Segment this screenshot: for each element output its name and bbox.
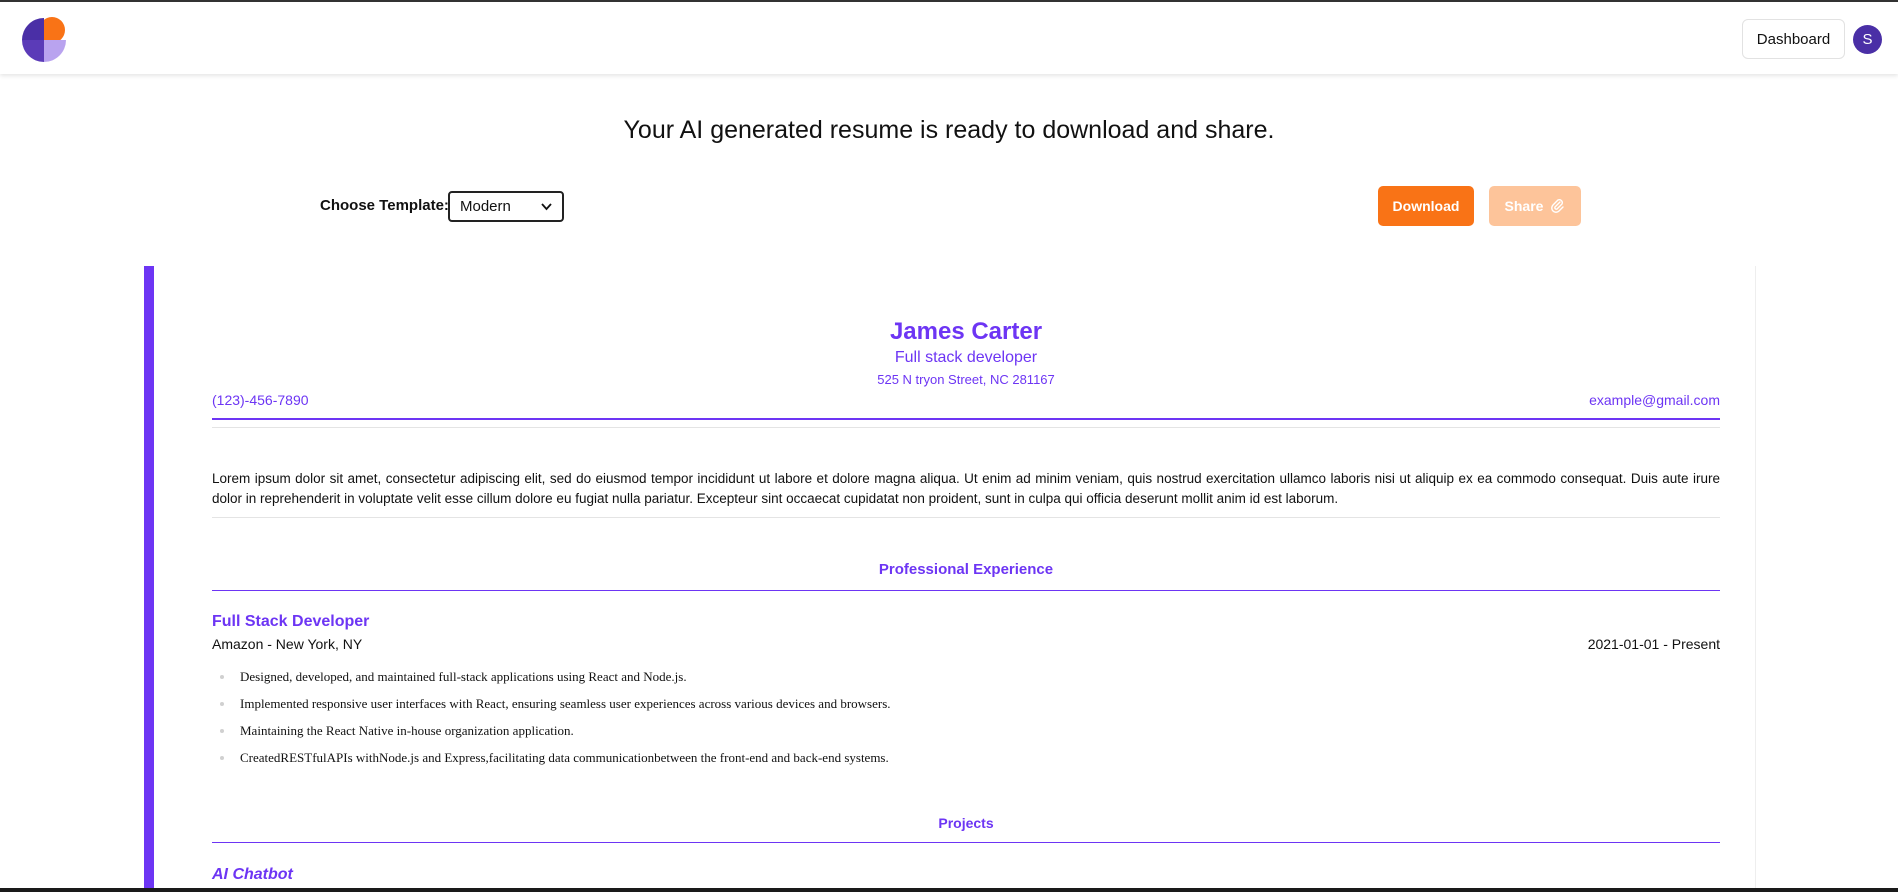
resume-phone: (123)-456-7890 — [212, 392, 309, 408]
page-title: Your AI generated resume is ready to dow… — [623, 116, 1275, 144]
app-logo-icon[interactable] — [20, 16, 68, 64]
job-company: Amazon - New York, NY — [212, 636, 363, 652]
list-item: Designed, developed, and maintained full… — [212, 670, 1720, 697]
list-item: Maintaining the React Native in-house or… — [212, 724, 1720, 751]
download-button[interactable]: Download — [1378, 186, 1474, 226]
bullet-dot — [220, 729, 224, 733]
taskbar-edge — [0, 888, 1898, 892]
avatar[interactable]: S — [1853, 25, 1882, 54]
list-item: Implemented responsive user interfaces w… — [212, 697, 1720, 724]
bullet-dot — [220, 675, 224, 679]
resume-role: Full stack developer — [894, 349, 1038, 366]
paperclip-icon — [1549, 197, 1565, 216]
template-label: Choose Template: — [320, 197, 449, 214]
list-item: CreatedRESTfulAPIs withNode.js and Expre… — [212, 751, 1720, 778]
chevron-down-icon — [541, 200, 552, 214]
bullet-text: Implemented responsive user interfaces w… — [240, 696, 891, 711]
bullet-dot — [220, 702, 224, 706]
job-bullets: Designed, developed, and maintained full… — [212, 670, 1720, 778]
summary-divider — [212, 517, 1720, 518]
template-select-value: Modern — [460, 198, 511, 215]
bullet-text: CreatedRESTfulAPIs withNode.js and Expre… — [240, 750, 889, 765]
header-divider — [212, 418, 1720, 420]
bullet-text: Designed, developed, and maintained full… — [240, 669, 687, 684]
share-button[interactable]: Share — [1489, 186, 1581, 226]
job-title: Full Stack Developer — [212, 613, 370, 630]
experience-heading: Professional Experience — [878, 561, 1054, 578]
experience-divider — [212, 590, 1720, 591]
share-label: Share — [1504, 198, 1544, 214]
navbar: Dashboard S — [0, 2, 1898, 74]
bullet-dot — [220, 756, 224, 760]
header-divider-light — [212, 427, 1720, 428]
bullet-text: Maintaining the React Native in-house or… — [240, 723, 574, 738]
template-select[interactable]: Modern — [448, 191, 564, 222]
resume-summary: Lorem ipsum dolor sit amet, consectetur … — [212, 471, 1720, 506]
resume-preview: James Carter Full stack developer 525 N … — [144, 266, 1756, 892]
resume-address: 525 N tryon Street, NC 281167 — [877, 372, 1055, 387]
projects-heading: Projects — [938, 815, 994, 831]
job-dates: 2021-01-01 - Present — [1587, 636, 1720, 652]
resume-name: James Carter — [889, 318, 1043, 345]
dashboard-button[interactable]: Dashboard — [1742, 19, 1845, 59]
projects-divider — [212, 842, 1720, 843]
resume-email: example@gmail.com — [1589, 392, 1720, 408]
project-title: AI Chatbot — [212, 866, 293, 883]
